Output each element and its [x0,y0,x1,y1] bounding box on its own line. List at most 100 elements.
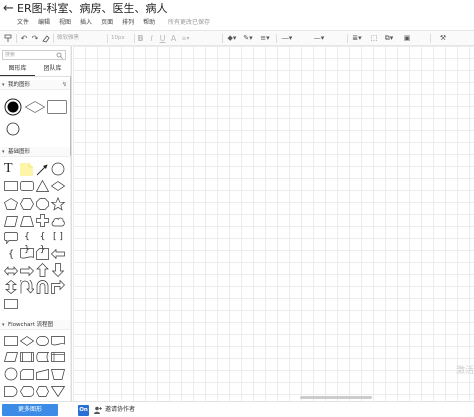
shape-trapezoid[interactable] [20,216,34,227]
watermark-text: 激活 [455,366,474,376]
menu-page[interactable]: 页面 [101,17,113,28]
shape-rect[interactable] [4,181,18,191]
shape-braces[interactable]: { } [36,231,49,255]
shape-octagon[interactable] [36,198,49,210]
shape-document[interactable] [20,248,34,260]
section-flowchart[interactable]: ▾ Flowchart 流程图 [0,320,70,330]
flow-delay[interactable] [4,386,18,397]
shape-arrow-up[interactable] [36,263,49,277]
shape-small-rect[interactable] [4,299,18,309]
shape-rounded-rect[interactable] [20,181,34,191]
section-basic-shapes[interactable]: ▾ 基础图形 [0,147,70,157]
menu-file[interactable]: 文件 [17,17,29,28]
shape-ellipse[interactable] [51,162,65,176]
shape-braces-left[interactable]: { } [20,231,34,255]
menu-help[interactable]: 帮助 [143,17,155,28]
shape-start-circle[interactable] [4,98,22,116]
font-size-select[interactable]: 10px [109,33,133,44]
shape-text[interactable]: T [4,161,18,177]
flow-document[interactable] [51,336,65,346]
menu-view[interactable]: 视图 [59,17,71,28]
flow-internal-storage[interactable] [51,352,65,362]
format-painter-icon[interactable] [3,32,13,45]
shape-arrow-left[interactable] [51,249,65,259]
shape-double-arrow[interactable] [4,266,18,276]
tab-shape-library[interactable]: 图形库 [0,63,35,76]
sidebar-scrollbar[interactable] [70,76,71,156]
flow-terminator[interactable] [36,336,49,346]
flow-display[interactable] [20,386,34,397]
italic-icon[interactable]: I [147,32,156,45]
shape-star[interactable] [51,197,65,211]
line-color-icon[interactable]: ✎▾ [242,32,254,45]
flow-merge[interactable] [51,386,65,397]
shape-cloud[interactable] [51,216,65,227]
fill-color-icon[interactable]: ◆▾ [226,32,238,45]
flow-decision[interactable] [20,336,34,346]
shape-brackets[interactable]: [ ] [51,231,65,244]
flow-preparation[interactable] [36,386,49,397]
menu-arrange[interactable]: 排列 [122,17,134,28]
menu-insert[interactable]: 插入 [80,17,92,28]
shape-triangle[interactable] [36,180,49,192]
underline-icon[interactable]: U [158,32,167,45]
undo-icon[interactable]: ↶ [19,32,29,45]
import-icon[interactable]: ↯ [62,80,67,90]
flow-stored-data[interactable] [36,352,49,362]
flow-process[interactable] [4,336,18,346]
online-badge[interactable]: On [78,405,89,416]
line-width-icon[interactable]: ≡▾ [259,32,271,45]
shape-parallelogram[interactable] [4,216,18,227]
flow-predefined-process[interactable] [20,352,34,362]
redo-icon[interactable]: ↷ [30,32,40,45]
tab-team-library[interactable]: 团队库 [35,63,70,76]
distribute-icon[interactable]: ⧉▾ [383,32,395,45]
shape-circle[interactable] [6,122,20,136]
flow-card[interactable] [20,369,34,380]
save-status: 所有更改已保存 [168,19,211,26]
shape-corner-arrow[interactable] [51,280,65,294]
group-icon[interactable]: ⬚ [368,32,380,45]
shape-diamond[interactable] [25,101,45,113]
font-family-select[interactable]: 微软雅黑 [55,33,105,44]
flow-connector[interactable] [4,367,18,381]
shape-note[interactable] [20,163,33,176]
shape-callout[interactable] [4,232,18,244]
canvas-horizontal-scrollbar[interactable] [300,396,372,399]
arrange-icon[interactable]: ≣▾ [351,32,363,45]
shape-pentagon[interactable] [4,198,18,210]
connector-style-icon[interactable]: —▾ [312,32,326,45]
shape-rhombus[interactable] [51,181,65,191]
flow-data[interactable] [4,352,18,362]
shape-arrow-down[interactable] [51,263,65,277]
shape-rectangle[interactable] [47,100,67,114]
flow-manual-operation[interactable] [51,369,65,380]
clear-format-icon[interactable] [41,32,51,45]
shape-u-turn-arrow[interactable] [20,280,34,294]
text-align-icon[interactable]: ≡▾ [180,32,191,45]
shape-u-arrow[interactable] [36,280,49,294]
shape-cross[interactable] [36,214,49,227]
shape-hexagon[interactable] [20,198,34,210]
more-shapes-button[interactable]: 更多图形 [2,404,58,416]
document-title[interactable]: ER图-科室、病房、医生、病人 [17,1,168,16]
lock-icon[interactable]: ▣ [402,32,412,45]
line-style-icon[interactable]: ―▾ [281,32,293,45]
search-input[interactable]: 搜索 [2,50,66,60]
header: ← ER图-科室、病房、医生、病人 文件 编辑 视图 插入 页面 排列 帮助 所… [0,0,474,30]
search-icon[interactable] [56,52,63,59]
shape-brace-left[interactable]: { [5,248,17,261]
font-color-icon[interactable]: A [169,32,178,45]
shape-card[interactable] [36,248,49,260]
invite-collaborators-button[interactable]: 邀请协作者 [94,404,135,416]
shape-arrow-line[interactable] [36,163,49,176]
shape-arrow-right[interactable] [20,266,34,276]
shape-double-arrow-vertical[interactable] [5,280,17,294]
bold-icon[interactable]: B [136,32,145,45]
back-arrow-icon[interactable]: ← [3,2,15,16]
drawing-canvas[interactable]: 激活 [73,46,474,401]
tools-icon[interactable]: ⚒ [438,32,448,45]
flow-manual-input[interactable] [36,369,49,380]
menu-edit[interactable]: 编辑 [38,17,50,28]
section-my-shapes[interactable]: ▾ 我的图形 ↯ [0,80,70,90]
